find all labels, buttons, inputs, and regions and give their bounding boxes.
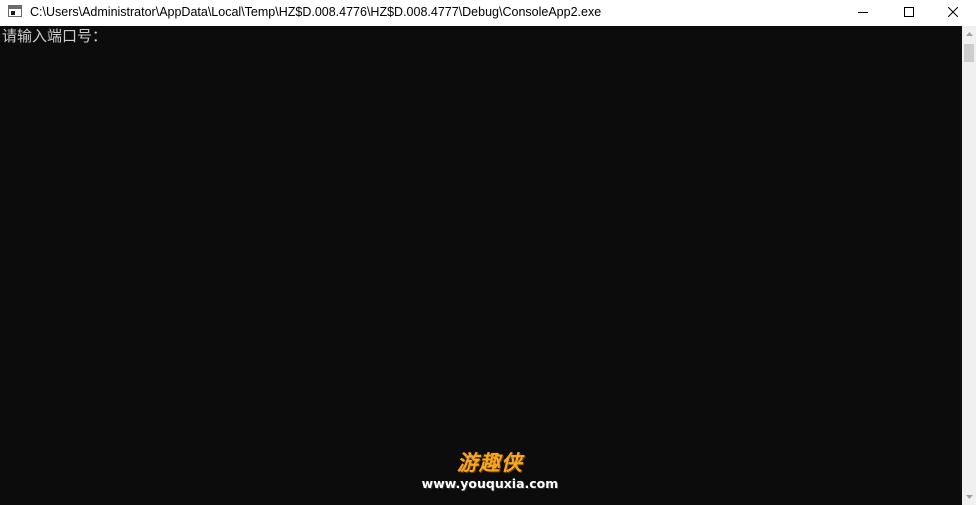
- minimize-icon: [858, 12, 868, 13]
- watermark-url: www.youquxia.com: [421, 476, 559, 491]
- console-app-icon[interactable]: [8, 5, 22, 17]
- maximize-icon: [904, 7, 914, 17]
- title-bar[interactable]: C:\Users\Administrator\AppData\Local\Tem…: [0, 0, 976, 24]
- maximize-button[interactable]: [886, 0, 932, 24]
- window-title: C:\Users\Administrator\AppData\Local\Tem…: [30, 5, 602, 19]
- close-icon: [948, 7, 958, 17]
- scrollbar-thumb[interactable]: [964, 44, 974, 62]
- vertical-scrollbar[interactable]: [962, 26, 976, 505]
- scroll-down-arrow-icon[interactable]: [962, 489, 976, 505]
- console-output-area[interactable]: 请输入端口号： 游趣侠 www.youquxia.com: [0, 26, 962, 505]
- console-window: C:\Users\Administrator\AppData\Local\Tem…: [0, 0, 976, 505]
- scroll-up-arrow-icon[interactable]: [962, 26, 976, 42]
- watermark: 游趣侠 www.youquxia.com: [410, 450, 570, 498]
- close-button[interactable]: [930, 0, 976, 24]
- watermark-logo: 游趣侠: [457, 451, 523, 475]
- port-prompt-text: 请输入端口号：: [2, 27, 108, 45]
- minimize-button[interactable]: [840, 0, 886, 24]
